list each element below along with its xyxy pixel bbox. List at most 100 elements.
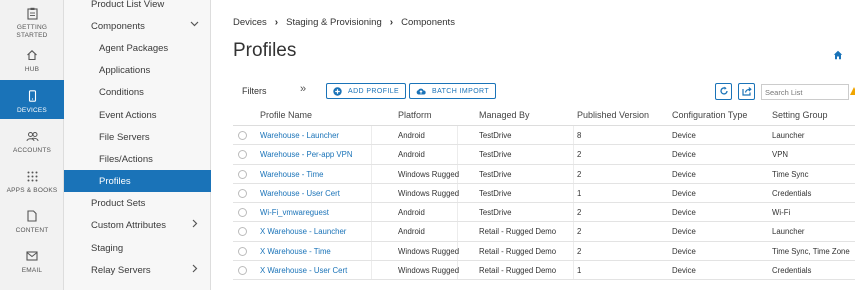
subnav-label: Components	[91, 20, 145, 32]
table-cell: Windows Rugged	[398, 246, 460, 256]
rail-item-getting-started[interactable]: GETTING STARTED	[0, 4, 64, 42]
subnav-item-file-servers[interactable]: File Servers	[64, 126, 211, 148]
column-header-managed-by[interactable]: Managed By	[479, 110, 530, 120]
profile-name-link[interactable]: Wi-Fi_vmwareguest	[260, 208, 329, 217]
column-header-setting-group[interactable]: Setting Group	[772, 110, 828, 120]
add-profile-label: ADD PROFILE	[348, 87, 400, 95]
profile-name-link[interactable]: Warehouse - Time	[260, 170, 323, 179]
subnav-item-product-sets[interactable]: Product Sets	[64, 192, 211, 214]
warning-icon	[850, 87, 855, 95]
table-body: Warehouse - Launcher Android TestDrive 8 Dev…	[233, 126, 855, 281]
table-header: Profile Name Platform Managed By Publish…	[233, 104, 855, 126]
batch-import-button[interactable]: BATCH IMPORT	[409, 83, 497, 99]
profile-name-link[interactable]: X Warehouse - Launcher	[260, 227, 346, 236]
profile-name-link[interactable]: Warehouse - Launcher	[260, 131, 339, 140]
profile-name-link[interactable]: Warehouse - User Cert	[260, 189, 340, 198]
export-button[interactable]	[738, 83, 755, 100]
subnav-item-product-list-view[interactable]: Product List View	[64, 0, 211, 15]
row-select-radio[interactable]	[238, 266, 247, 276]
column-divider	[457, 145, 458, 164]
table-row[interactable]: Warehouse - Per-app VPN Android TestDrive 2…	[233, 145, 855, 165]
home-icon[interactable]	[833, 47, 843, 65]
column-header-platform[interactable]: Platform	[398, 110, 432, 120]
table-cell: Windows Rugged	[398, 266, 460, 276]
table-cell: Device	[672, 150, 696, 160]
table-cell: 2	[577, 169, 582, 179]
table-row[interactable]: X Warehouse - Time Windows Rugged Retail -…	[233, 241, 855, 262]
subnav-label: Agent Packages	[99, 42, 169, 54]
chevron-right-icon: ›	[274, 17, 279, 28]
table-row[interactable]: Warehouse - Time Windows Rugged TestDrive 2…	[233, 164, 855, 184]
table-cell: Time Sync, Time Zone	[772, 246, 850, 256]
subnav-item-event-actions[interactable]: Event Actions	[64, 104, 211, 126]
subnav-item-relay-servers[interactable]: Relay Servers	[64, 259, 211, 281]
grid-icon	[27, 167, 38, 185]
row-select-radio[interactable]	[238, 169, 247, 179]
export-icon	[741, 83, 752, 101]
table-row[interactable]: X Warehouse - Launcher Android Retail - Ru…	[233, 222, 855, 242]
subnav-item-conditions[interactable]: Conditions	[64, 81, 211, 103]
clipboard-icon	[26, 4, 38, 22]
subnav-item-files-actions[interactable]: Files/Actions	[64, 148, 211, 170]
rail-item-accounts[interactable]: ACCOUNTS	[0, 127, 64, 167]
column-divider	[573, 126, 574, 145]
row-select-radio[interactable]	[238, 188, 247, 198]
breadcrumb-components[interactable]: Components	[401, 17, 455, 28]
subnav-label: Product List View	[91, 0, 165, 10]
rail-item-devices[interactable]: DEVICES	[0, 80, 64, 119]
breadcrumb-staging-provisioning[interactable]: Staging & Provisioning	[286, 17, 382, 28]
profile-name-link[interactable]: X Warehouse - User Cert	[260, 266, 347, 275]
column-header-profile-name[interactable]: Profile Name	[260, 110, 312, 120]
profile-name-link[interactable]: Warehouse - Per-app VPN	[260, 150, 352, 159]
subnav-item-agent-packages[interactable]: Agent Packages	[64, 37, 211, 59]
table-cell: Credentials	[772, 188, 812, 198]
column-header-configuration-type[interactable]: Configuration Type	[672, 110, 747, 120]
column-divider	[371, 183, 372, 203]
column-divider	[457, 222, 458, 241]
table-cell: Device	[672, 188, 696, 198]
table-row[interactable]: Warehouse - User Cert Windows Rugged TestD…	[233, 183, 855, 204]
column-divider	[573, 183, 574, 203]
chevron-right-icon	[191, 219, 199, 231]
add-profile-button[interactable]: ADD PROFILE	[326, 83, 407, 99]
double-chevron-right-icon[interactable]: »	[300, 83, 306, 95]
subnav-item-staging[interactable]: Staging	[64, 237, 211, 259]
breadcrumb-devices[interactable]: Devices	[233, 17, 267, 28]
page-title: Profiles	[233, 40, 297, 61]
rail-item-email[interactable]: EMAIL	[0, 247, 64, 287]
subnav-label: Conditions	[99, 86, 144, 98]
table-cell: TestDrive	[479, 150, 512, 160]
column-divider	[457, 203, 458, 222]
subnav-item-custom-attributes[interactable]: Custom Attributes	[64, 214, 211, 236]
rail-item-content[interactable]: CONTENT	[0, 207, 64, 247]
row-select-radio[interactable]	[238, 150, 247, 160]
column-divider	[573, 145, 574, 164]
search-input[interactable]	[761, 84, 849, 100]
subnav-item-profiles[interactable]: Profiles	[64, 170, 211, 192]
row-select-radio[interactable]	[238, 208, 247, 218]
profile-name-link[interactable]: X Warehouse - Time	[260, 247, 331, 256]
refresh-button[interactable]	[715, 83, 732, 100]
row-select-radio[interactable]	[238, 246, 247, 256]
table-row[interactable]: Warehouse - Launcher Android TestDrive 8 Dev…	[233, 126, 855, 146]
table-row[interactable]: X Warehouse - User Cert Windows Rugged Ret…	[233, 261, 855, 281]
column-divider	[371, 203, 372, 222]
table-cell: VPN	[772, 150, 789, 160]
subnav-item-components[interactable]: Components	[64, 15, 211, 37]
table-row[interactable]: Wi-Fi_vmwareguest Android TestDrive 2 Device…	[233, 203, 855, 223]
subnav-item-applications[interactable]: Applications	[64, 59, 211, 81]
table-cell: 2	[577, 208, 582, 218]
table-cell: 2	[577, 227, 582, 237]
column-divider	[573, 164, 574, 183]
column-divider	[371, 164, 372, 183]
rail-item-apps-books[interactable]: APPS & BOOKS	[0, 167, 64, 207]
table-cell: Android	[398, 131, 425, 140]
row-select-radio[interactable]	[238, 131, 247, 140]
row-select-radio[interactable]	[238, 227, 247, 237]
subnav-label: Event Actions	[99, 109, 157, 121]
table-cell: Device	[672, 131, 696, 140]
column-header-published-version[interactable]: Published Version	[577, 110, 649, 120]
filters-label[interactable]: Filters	[242, 86, 267, 96]
table-cell: Launcher	[772, 131, 805, 140]
column-divider	[371, 222, 372, 241]
